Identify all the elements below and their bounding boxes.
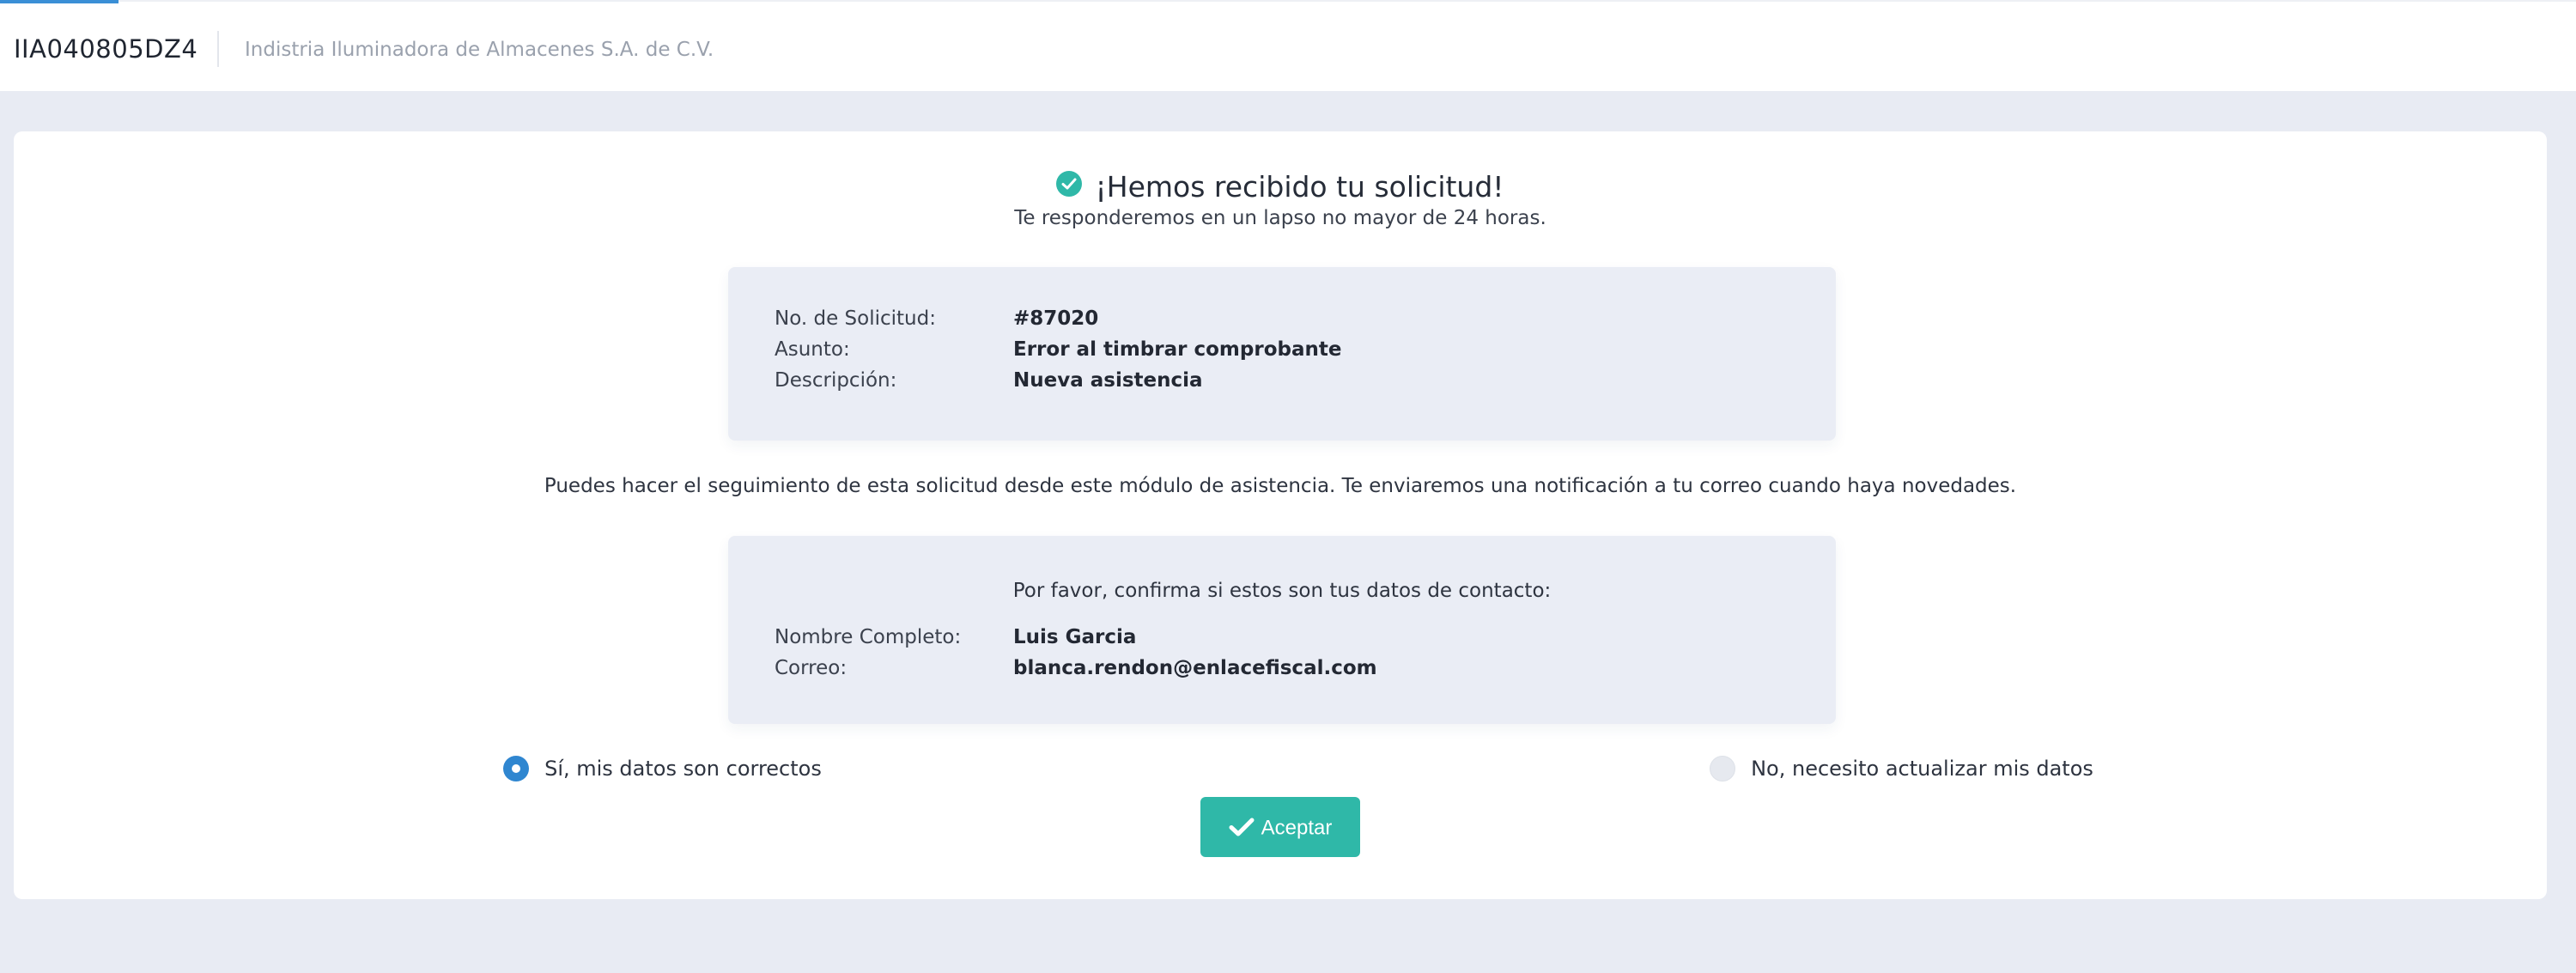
request-subject-row: Asunto: Error al timbrar comprobante bbox=[775, 338, 1341, 361]
request-number-row: No. de Solicitud: #87020 bbox=[775, 307, 1098, 330]
request-subject-label: Asunto: bbox=[775, 338, 850, 361]
check-circle-icon bbox=[1056, 170, 1083, 197]
contact-email-row: Correo: blanca.rendon@enlacefiscal.com bbox=[775, 657, 1377, 679]
radio-update-data[interactable]: No, necesito actualizar mis datos bbox=[1710, 756, 2093, 785]
tracking-note: Puedes hacer el seguimiento de esta soli… bbox=[544, 475, 2017, 497]
top-header: IIA040805DZ4 Indistria Iluminadora de Al… bbox=[0, 0, 2576, 91]
contact-details-box: Por favor, confirma si estos son tus dat… bbox=[728, 536, 1836, 724]
request-subject-value: Error al timbrar comprobante bbox=[1013, 338, 1342, 361]
contact-email-label: Correo: bbox=[775, 657, 848, 679]
confirmation-title: ¡Hemos recibido tu solicitud! bbox=[1095, 170, 1504, 204]
radio-unchecked-indicator[interactable] bbox=[1710, 756, 1735, 781]
confirmation-card: ¡Hemos recibido tu solicitud! Te respond… bbox=[14, 131, 2547, 899]
confirmation-heading: ¡Hemos recibido tu solicitud! bbox=[14, 170, 2547, 204]
contact-name-value: Luis Garcia bbox=[1013, 626, 1137, 648]
request-description-label: Descripción: bbox=[775, 369, 897, 392]
checkmark-icon bbox=[1229, 818, 1255, 836]
rfc-id: IIA040805DZ4 bbox=[14, 34, 198, 64]
header-divider bbox=[217, 31, 219, 67]
radio-update-data-label[interactable]: No, necesito actualizar mis datos bbox=[1751, 757, 2093, 781]
radio-data-correct[interactable]: Sí, mis datos son correctos bbox=[503, 756, 822, 785]
active-tab-indicator bbox=[0, 0, 118, 3]
contact-name-row: Nombre Completo: Luis Garcia bbox=[775, 626, 1136, 648]
company-name: Indistria Iluminadora de Almacenes S.A. … bbox=[245, 39, 714, 61]
request-summary-box: No. de Solicitud: #87020 Asunto: Error al … bbox=[728, 267, 1836, 441]
request-description-value: Nueva asistencia bbox=[1013, 369, 1203, 392]
request-description-row: Descripción: Nueva asistencia bbox=[775, 369, 1203, 392]
radio-checked-indicator[interactable] bbox=[503, 756, 529, 781]
request-number-label: No. de Solicitud: bbox=[775, 307, 936, 330]
contact-confirm-prompt: Por favor, confirma si estos son tus dat… bbox=[1012, 580, 1552, 602]
radio-data-correct-label[interactable]: Sí, mis datos son correctos bbox=[544, 757, 822, 781]
accept-button[interactable]: Aceptar bbox=[1200, 797, 1360, 857]
contact-name-label: Nombre Completo: bbox=[775, 626, 962, 648]
contact-email-value: blanca.rendon@enlacefiscal.com bbox=[1013, 657, 1377, 679]
request-number-value: #87020 bbox=[1013, 307, 1099, 330]
confirmation-subtitle: Te responderemos en un lapso no mayor de… bbox=[1014, 207, 1546, 229]
accept-button-label[interactable]: Aceptar bbox=[1261, 817, 1333, 840]
